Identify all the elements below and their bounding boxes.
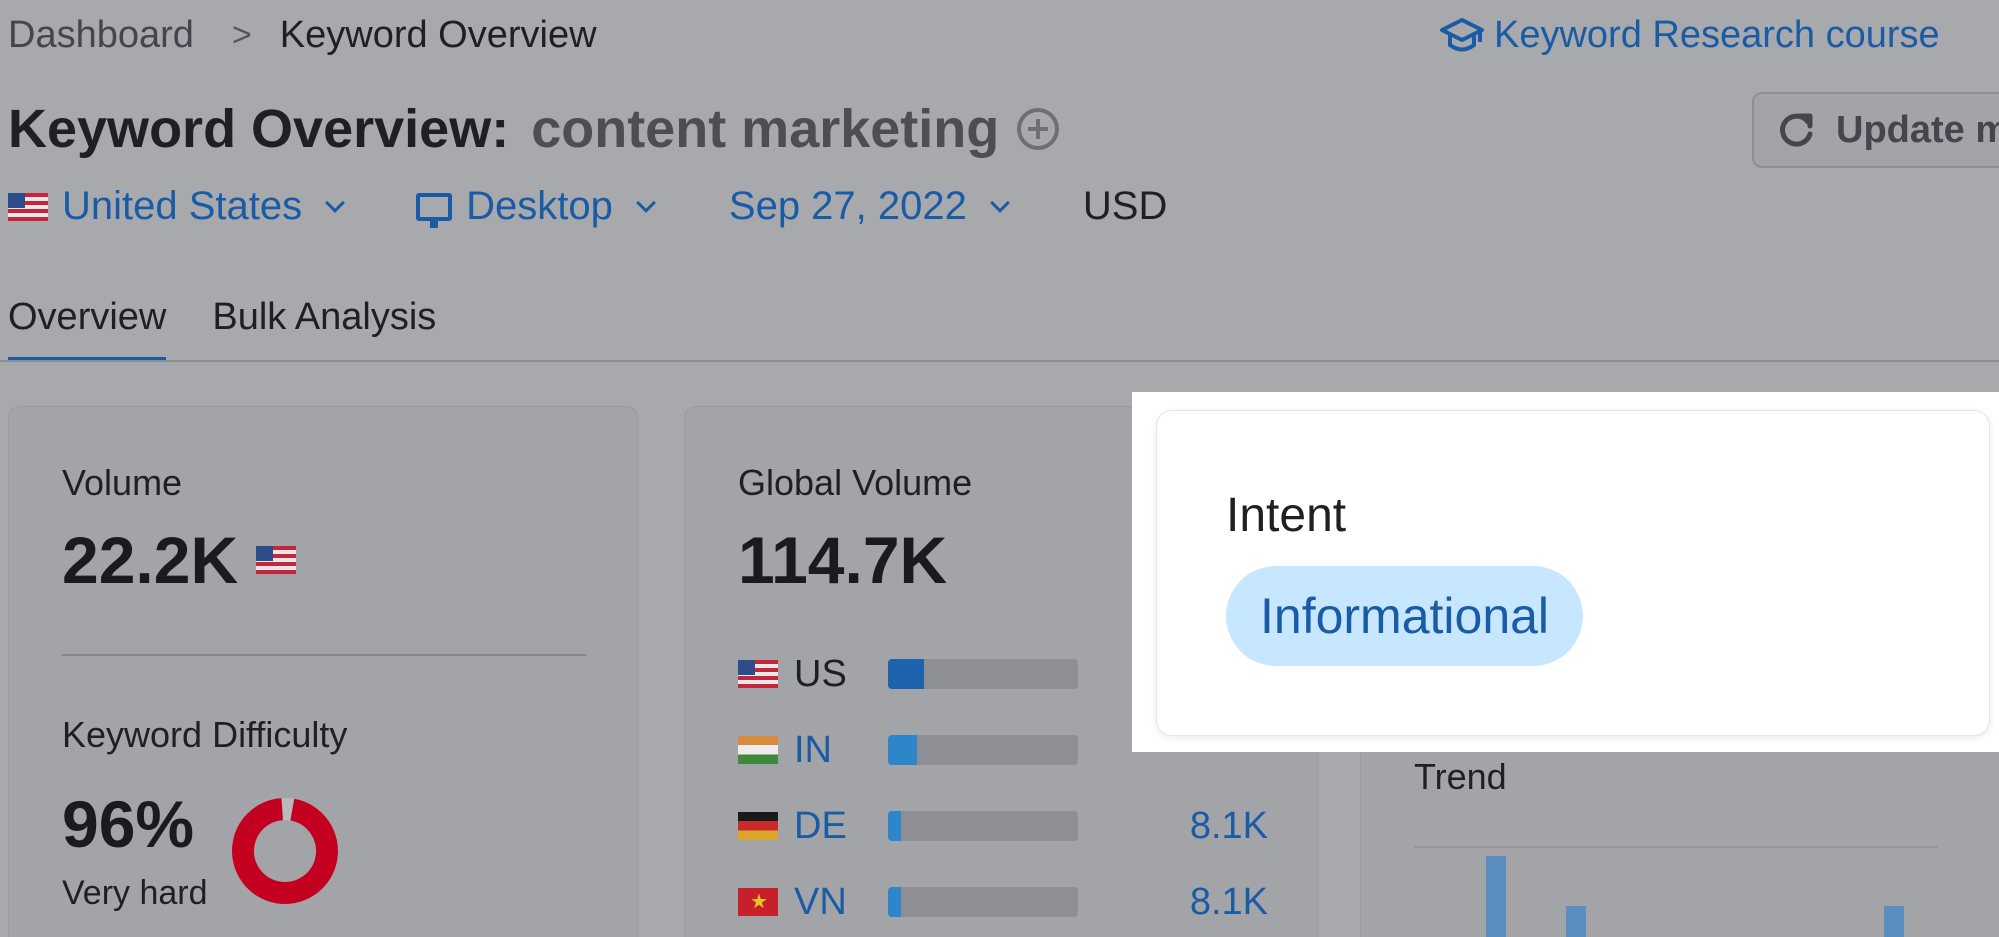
graduation-cap-icon — [1440, 17, 1484, 51]
country-share-bar — [888, 887, 1078, 917]
update-metrics-button[interactable]: Update m — [1752, 92, 1999, 168]
trend-label: Trend — [1414, 756, 1507, 797]
vn-flag-icon — [738, 888, 778, 916]
de-flag-icon — [738, 812, 778, 840]
breadcrumb-current: Keyword Overview — [279, 14, 597, 56]
country-selector[interactable]: United States — [8, 184, 346, 229]
device-selector[interactable]: Desktop — [416, 184, 657, 229]
trend-bar[interactable] — [1884, 906, 1904, 937]
country-row-vn[interactable]: VN 8.1K — [738, 864, 1268, 937]
page-title-keyword: content marketing — [531, 99, 1000, 159]
us-flag-icon — [8, 192, 48, 221]
country-row-de[interactable]: DE 8.1K — [738, 788, 1268, 864]
country-share-bar-fill — [888, 659, 925, 689]
chevron-down-icon — [325, 192, 346, 213]
keyword-research-course-link[interactable]: Keyword Research course — [1440, 14, 1940, 57]
country-code: IN — [794, 728, 832, 771]
intent-badge[interactable]: Informational — [1226, 566, 1584, 666]
country-code: US — [794, 652, 847, 695]
keyword-difficulty-value: 96% — [62, 787, 195, 861]
country-code: VN — [794, 880, 847, 923]
trend-baseline — [1414, 846, 1938, 848]
intent-label: Intent — [1226, 489, 1347, 542]
country-share-bar-fill — [888, 811, 902, 841]
tabs-divider — [0, 360, 1999, 362]
global-volume-label: Global Volume — [738, 462, 973, 503]
date-selector-label: Sep 27, 2022 — [728, 184, 967, 228]
card-divider — [62, 654, 586, 656]
tab-bar: Overview Bulk Analysis — [8, 296, 482, 362]
country-code: DE — [794, 804, 847, 847]
in-flag-icon — [738, 736, 778, 764]
country-share-bar-fill — [888, 735, 917, 765]
volume-label: Volume — [62, 462, 183, 503]
breadcrumb-separator: > — [231, 16, 252, 54]
desktop-monitor-icon — [416, 192, 453, 228]
us-flag-icon — [738, 660, 778, 688]
update-button-label: Update m — [1836, 108, 1999, 151]
keyword-difficulty-label: Keyword Difficulty — [62, 714, 348, 755]
volume-value-row: 22.2K — [62, 522, 297, 598]
us-flag-icon — [256, 546, 297, 574]
add-circle-icon[interactable] — [1017, 108, 1060, 150]
date-selector[interactable]: Sep 27, 2022 — [729, 184, 1011, 229]
trend-bar[interactable] — [1486, 856, 1506, 937]
refresh-icon — [1780, 113, 1813, 147]
breadcrumb-dashboard-link[interactable]: Dashboard — [8, 14, 194, 57]
page-title: Keyword Overview: content marketing — [8, 98, 1060, 160]
country-share-bar — [888, 735, 1078, 765]
global-volume-value: 114.7K — [738, 523, 948, 597]
course-link-label: Keyword Research course — [1494, 14, 1940, 56]
country-share-bar — [888, 811, 1078, 841]
country-selector-label: United States — [62, 184, 303, 228]
keyword-difficulty-donut — [232, 798, 338, 904]
volume-value: 22.2K — [62, 523, 239, 597]
tab-bulk-analysis[interactable]: Bulk Analysis — [212, 296, 436, 362]
country-volume-value: 8.1K — [1189, 880, 1268, 923]
currency-label: USD — [1082, 184, 1168, 228]
page-title-prefix: Keyword Overview: — [8, 99, 510, 159]
country-volume-value: 8.1K — [1189, 804, 1268, 847]
keyword-difficulty-rating: Very hard — [62, 874, 208, 912]
country-share-bar — [888, 659, 1078, 689]
chevron-down-icon — [989, 192, 1010, 213]
trend-bar[interactable] — [1566, 906, 1586, 937]
filter-bar: United States Desktop Sep 27, 2022 USD — [8, 184, 1167, 229]
country-share-bar-fill — [888, 887, 902, 917]
device-selector-label: Desktop — [466, 184, 613, 228]
breadcrumb: Dashboard > Keyword Overview — [8, 14, 597, 57]
tab-overview[interactable]: Overview — [8, 296, 167, 362]
chevron-down-icon — [635, 192, 656, 213]
